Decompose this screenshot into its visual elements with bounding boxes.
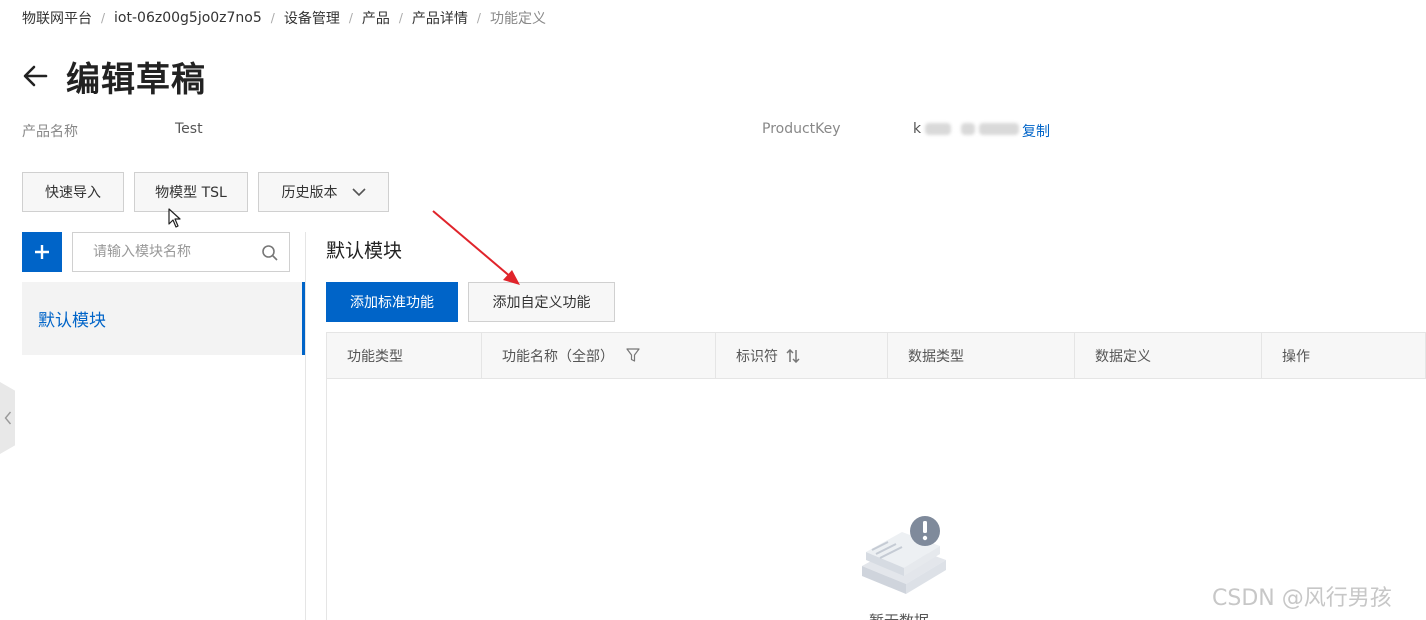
add-standard-feature-label: 添加标准功能 [350, 295, 434, 311]
module-item-label: 默认模块 [38, 311, 106, 331]
breadcrumb-item-feature-definition: 功能定义 [489, 11, 546, 27]
module-search-input[interactable] [93, 244, 263, 260]
column-header-feature-name: 功能名称（全部） [482, 333, 716, 378]
annotation-arrow [432, 210, 520, 285]
breadcrumb-item-iot-platform[interactable]: 物联网平台 [22, 8, 92, 28]
empty-state-text: 暂无数据 [869, 610, 929, 620]
breadcrumb: 物联网平台 / iot-06z00g5jo0z7no5 / 设备管理 / 产品 … [22, 8, 546, 28]
table-header: 功能类型 功能名称（全部） 标识符 数据类型 数据定义 操作 [326, 332, 1426, 379]
column-header-data-definition: 数据定义 [1075, 333, 1262, 378]
page-title: 编辑草稿 [66, 59, 206, 100]
quick-import-button[interactable]: 快速导入 [22, 172, 124, 212]
column-label: 功能类型 [347, 348, 403, 365]
product-name-value: Test [175, 121, 203, 137]
redacted-text [979, 123, 1020, 135]
redacted-text [961, 123, 976, 135]
back-arrow-icon[interactable] [22, 64, 48, 88]
column-header-data-type: 数据类型 [888, 333, 1075, 378]
sidebar-collapse-toggle[interactable] [0, 382, 15, 454]
add-module-button[interactable] [22, 232, 62, 272]
add-custom-feature-label: 添加自定义功能 [492, 295, 591, 311]
column-header-feature-type: 功能类型 [327, 333, 482, 378]
page-header: 编辑草稿 [22, 52, 206, 100]
add-standard-feature-button[interactable]: 添加标准功能 [326, 282, 458, 322]
column-label: 操作 [1282, 348, 1310, 365]
mouse-cursor-icon [168, 208, 181, 228]
history-version-dropdown[interactable]: 历史版本 [258, 172, 389, 212]
breadcrumb-separator: / [398, 11, 403, 25]
tsl-label: 物模型 TSL [155, 185, 227, 201]
column-label: 功能名称（全部） [502, 348, 614, 365]
column-header-identifier[interactable]: 标识符 [716, 333, 888, 378]
product-name-label: 产品名称 [22, 124, 78, 140]
module-item-default[interactable]: 默认模块 [22, 282, 305, 355]
section-title: 默认模块 [326, 240, 403, 262]
product-key-prefix: k [913, 121, 922, 137]
breadcrumb-item-product-detail[interactable]: 产品详情 [412, 8, 468, 28]
breadcrumb-separator: / [270, 11, 275, 25]
copy-product-key-link[interactable]: 复制 [1022, 121, 1050, 141]
watermark: CSDN @风行男孩 [1212, 586, 1392, 611]
sort-icon[interactable] [786, 348, 800, 363]
breadcrumb-item-instance[interactable]: iot-06z00g5jo0z7no5 [114, 10, 262, 26]
history-version-label: 历史版本 [281, 185, 338, 201]
add-custom-feature-button[interactable]: 添加自定义功能 [468, 282, 615, 322]
product-key-value: k [913, 120, 1020, 138]
empty-data-icon [862, 516, 946, 594]
plus-icon [35, 245, 49, 259]
redacted-text [925, 123, 952, 135]
breadcrumb-separator: / [348, 11, 353, 25]
breadcrumb-separator: / [476, 11, 481, 25]
search-icon[interactable] [261, 244, 279, 262]
column-label: 标识符 [736, 348, 778, 365]
breadcrumb-item-device-management[interactable]: 设备管理 [284, 8, 340, 28]
breadcrumb-separator: / [101, 11, 106, 25]
chevron-left-icon [4, 411, 11, 425]
column-label: 数据类型 [908, 348, 964, 365]
filter-icon[interactable] [626, 348, 640, 363]
chevron-down-icon [351, 187, 366, 196]
module-search-box [72, 232, 290, 272]
product-key-label: ProductKey [762, 121, 841, 137]
column-header-actions: 操作 [1262, 333, 1425, 378]
breadcrumb-item-product[interactable]: 产品 [362, 8, 390, 28]
tsl-button[interactable]: 物模型 TSL [134, 172, 248, 212]
column-label: 数据定义 [1095, 348, 1151, 365]
quick-import-label: 快速导入 [45, 185, 101, 201]
sidebar-divider [305, 232, 306, 620]
